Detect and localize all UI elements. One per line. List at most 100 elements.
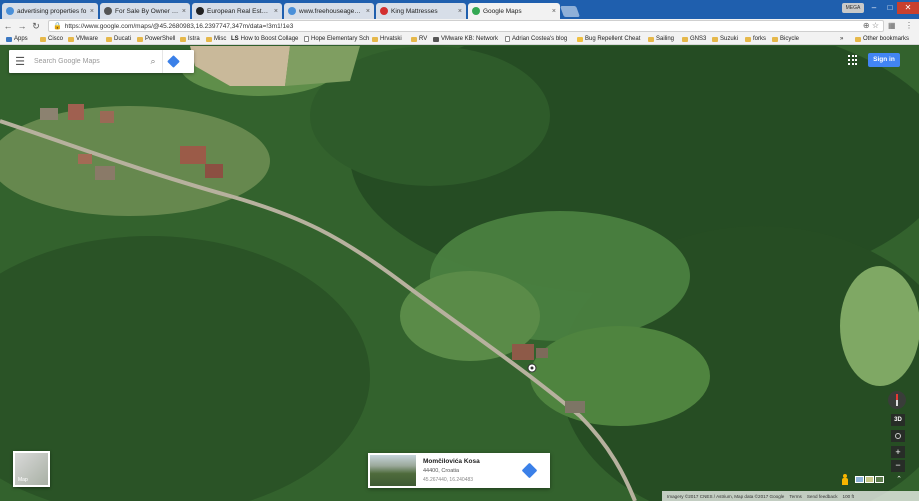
sign-in-button[interactable]: Sign in <box>868 53 900 67</box>
tab-label: European Real Estate Ad <box>207 7 271 15</box>
tab-close-icon[interactable]: × <box>274 8 278 15</box>
bookmark-link[interactable]: Adrian Costea's blog <box>505 34 567 44</box>
scale-bar: 100 ft <box>842 493 855 499</box>
bookmark-folder[interactable]: GNS3 <box>682 34 706 44</box>
vmware-icon <box>433 36 439 42</box>
zoom-in-button[interactable]: + <box>891 446 905 458</box>
expand-icon[interactable]: ⌃ <box>893 475 905 485</box>
bookmark-folder[interactable]: Sailing <box>648 34 674 44</box>
hamburger-menu-icon[interactable]: ☰ <box>9 55 31 68</box>
bookmark-folder[interactable]: VMware <box>68 34 98 44</box>
bookmark-folder[interactable]: Suzuki <box>712 34 738 44</box>
terms-link[interactable]: Terms <box>789 494 802 499</box>
extension-icon[interactable]: ▦ <box>888 21 896 30</box>
bookmarks-overflow[interactable]: » <box>840 34 843 44</box>
folder-icon <box>411 36 417 42</box>
folder-icon <box>68 36 74 42</box>
bookmark-link[interactable]: Bug Repellent Cheat <box>577 34 640 44</box>
tab-favicon-icon <box>288 7 296 15</box>
profile-chip[interactable]: MEGA <box>842 3 864 13</box>
bookmark-folder[interactable]: RV <box>411 34 427 44</box>
bookmark-folder[interactable]: Bicycle <box>772 34 799 44</box>
pegman-icon[interactable] <box>841 474 849 485</box>
tab-advertising[interactable]: advertising properties fo × <box>2 3 98 19</box>
imagery-credit: Imagery ©2017 CNES / Astrium, Map data ©… <box>667 493 785 499</box>
street-view-thumbnail[interactable] <box>370 455 416 486</box>
bookmark-folder[interactable]: Ducati <box>106 34 131 44</box>
tab-label: For Sale By Owner in Eur <box>115 7 179 15</box>
bookmark-link[interactable]: LS How to Boost Collage <box>231 34 298 44</box>
forward-icon[interactable]: → <box>16 21 28 31</box>
bookmark-folder[interactable]: Hrvatski <box>372 34 402 44</box>
folder-icon <box>712 36 718 42</box>
bookmark-other[interactable]: Other bookmarks <box>855 34 909 44</box>
search-input[interactable] <box>34 58 144 65</box>
maximize-icon[interactable]: □ <box>882 2 898 14</box>
satellite-imagery <box>0 46 919 501</box>
page-icon <box>505 36 510 42</box>
tab-close-icon[interactable]: × <box>366 8 370 15</box>
tab-european-real-estate[interactable]: European Real Estate Ad × <box>192 3 282 19</box>
folder-icon <box>40 36 46 42</box>
address-bar[interactable]: 🔒 https://www.google.com/maps/@45.268098… <box>48 20 884 32</box>
tab-king-mattresses[interactable]: King Mattresses × <box>376 3 466 19</box>
tab-close-icon[interactable]: × <box>182 8 186 15</box>
browser-window: advertising properties fo × For Sale By … <box>0 0 919 501</box>
tab-freehouseagent[interactable]: www.freehouseagent.com × <box>284 3 374 19</box>
tilt-3d-button[interactable]: 3D <box>891 414 905 426</box>
bookmark-folder[interactable]: PowerShell <box>137 34 175 44</box>
minimize-icon[interactable]: – <box>866 2 882 14</box>
ls-logo-icon: LS <box>231 36 239 42</box>
compass-icon[interactable] <box>888 391 906 409</box>
tab-close-icon[interactable]: × <box>458 8 462 15</box>
tab-close-icon[interactable]: × <box>90 8 94 15</box>
tab-strip: advertising properties fo × For Sale By … <box>0 0 919 19</box>
directions-button[interactable] <box>162 50 184 73</box>
omnibox-actions: ⊕ ☆ <box>863 21 879 30</box>
satellite-map[interactable] <box>0 46 919 501</box>
folder-icon <box>745 36 751 42</box>
map-footer: Imagery ©2017 CNES / Astrium, Map data ©… <box>662 491 919 501</box>
folder-icon <box>772 36 778 42</box>
map-layer-toggle[interactable]: Map <box>13 451 50 487</box>
back-icon[interactable]: ← <box>2 21 14 31</box>
tab-favicon-icon <box>196 7 204 15</box>
tab-label: King Mattresses <box>391 7 438 15</box>
folder-icon <box>106 36 112 42</box>
minimap-label: Map <box>18 477 28 483</box>
bug-icon <box>577 36 583 42</box>
place-title: Momčilovića Kosa <box>423 458 480 465</box>
zoom-out-button[interactable]: − <box>891 460 905 472</box>
tab-for-sale[interactable]: For Sale By Owner in Eur × <box>100 3 190 19</box>
bookmark-folder[interactable]: Istra <box>180 34 200 44</box>
folder-icon <box>137 36 143 42</box>
my-location-icon[interactable] <box>891 430 905 442</box>
bookmarks-bar: Apps Cisco VMware Ducati PowerShell Istr… <box>0 33 919 45</box>
bookmark-folder[interactable]: Cisco <box>40 34 63 44</box>
tab-google-maps[interactable]: Google Maps × <box>468 3 560 19</box>
bookmark-link[interactable]: VMware KB: Network <box>433 34 498 44</box>
bookmark-star-icon[interactable]: ☆ <box>872 21 879 30</box>
tab-favicon-icon <box>6 7 14 15</box>
close-window-icon[interactable]: ✕ <box>897 2 919 14</box>
address-toolbar: ← → ↻ 🔒 https://www.google.com/maps/@45.… <box>0 19 919 33</box>
imagery-thumbnails[interactable] <box>855 476 884 483</box>
folder-icon <box>682 36 688 42</box>
google-apps-icon[interactable] <box>848 55 858 65</box>
tab-favicon-icon <box>472 7 480 15</box>
reload-icon[interactable]: ↻ <box>30 21 42 32</box>
bookmark-link[interactable]: Hope Elementary Sch <box>304 34 369 44</box>
address-url: https://www.google.com/maps/@45.2680983,… <box>64 22 294 30</box>
bookmark-folder[interactable]: Misc <box>206 34 226 44</box>
new-tab-button[interactable] <box>559 6 581 17</box>
search-icon[interactable]: ⌕ <box>144 56 162 67</box>
folder-icon <box>372 36 378 42</box>
chrome-menu-icon[interactable]: ⋮ <box>905 21 913 30</box>
bookmark-folder[interactable]: forks <box>745 34 766 44</box>
tab-close-icon[interactable]: × <box>552 8 556 15</box>
send-feedback-link[interactable]: Send feedback <box>807 494 838 499</box>
tab-label: Google Maps <box>483 7 522 15</box>
bookmark-apps[interactable]: Apps <box>6 34 28 44</box>
folder-icon <box>648 36 654 42</box>
location-icon[interactable]: ⊕ <box>863 21 870 30</box>
